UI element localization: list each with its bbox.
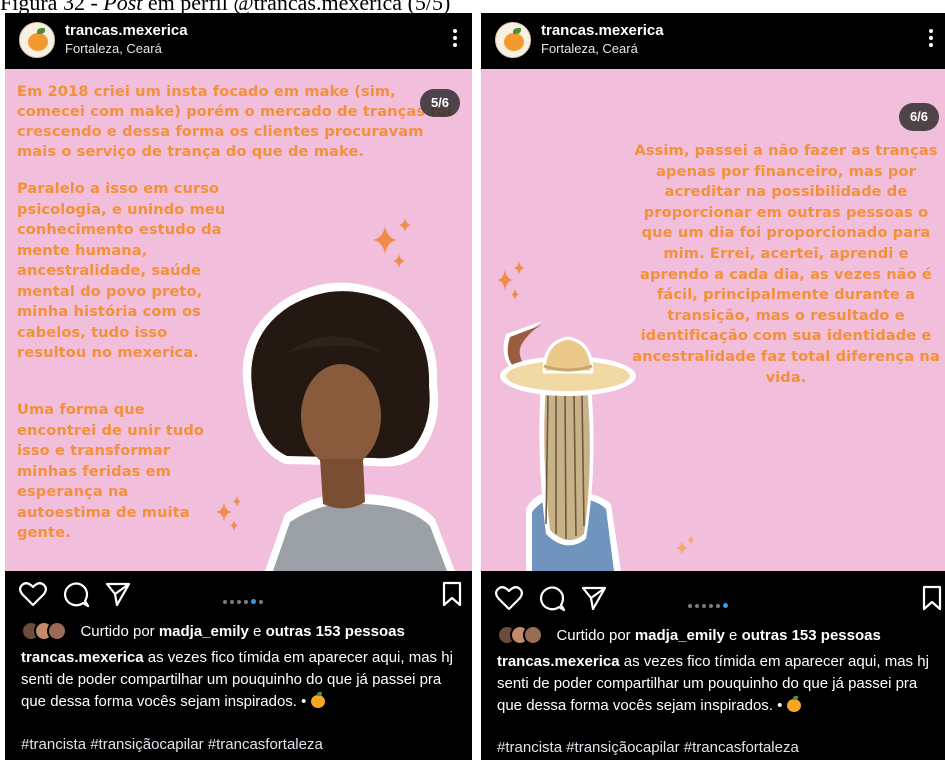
heart-icon[interactable] bbox=[19, 581, 47, 607]
likes-row[interactable]: Curtido por madja_emily e outras 153 pes… bbox=[21, 621, 405, 641]
sparkle-icon bbox=[497, 261, 524, 300]
comment-icon[interactable] bbox=[538, 585, 566, 613]
sparkle-icon bbox=[676, 536, 694, 555]
figure-caption-italic: Post bbox=[103, 0, 143, 14]
instagram-post-left: trancas.mexerica Fortaleza, Ceará Em 201… bbox=[5, 13, 472, 760]
bookmark-icon[interactable] bbox=[922, 585, 942, 611]
figure-caption-prefix: Figura 32 - bbox=[0, 0, 104, 14]
post-location[interactable]: Fortaleza, Ceará bbox=[541, 41, 638, 56]
orange-emoji-icon bbox=[310, 692, 325, 708]
slide-text-psychology: Paralelo a isso em curso psicologia, e u… bbox=[17, 180, 226, 361]
sparkle-icon bbox=[216, 496, 241, 531]
post-username[interactable]: trancas.mexerica bbox=[541, 22, 664, 39]
comment-icon[interactable] bbox=[62, 581, 90, 609]
post-header: trancas.mexerica Fortaleza, Ceará bbox=[481, 13, 945, 69]
caption-username[interactable]: trancas.mexerica bbox=[21, 649, 144, 666]
slide-counter: 6/6 bbox=[899, 103, 939, 131]
liker-avatar bbox=[47, 621, 67, 641]
figure-caption: Figura 32 - Post em perfil @trancas.mexe… bbox=[0, 0, 945, 14]
profile-avatar[interactable] bbox=[495, 22, 531, 58]
liker-avatar bbox=[523, 625, 543, 645]
slide-counter: 5/6 bbox=[420, 89, 460, 117]
post-hashtags[interactable]: #trancista #transiçãocapilar #trancasfor… bbox=[497, 739, 799, 756]
portrait-photo bbox=[242, 282, 455, 571]
share-icon[interactable] bbox=[581, 585, 607, 611]
likes-others[interactable]: outras 153 pessoas bbox=[266, 623, 405, 640]
share-icon[interactable] bbox=[105, 581, 131, 607]
likes-row[interactable]: Curtido por madja_emily e outras 153 pes… bbox=[497, 625, 881, 645]
slide-text-intro: Em 2018 criei um insta focado em make (s… bbox=[17, 83, 452, 160]
more-options-icon[interactable] bbox=[924, 27, 938, 49]
carousel-indicator bbox=[223, 593, 266, 605]
post-header: trancas.mexerica Fortaleza, Ceará bbox=[5, 13, 472, 69]
post-location[interactable]: Fortaleza, Ceará bbox=[65, 41, 162, 56]
likes-others[interactable]: outras 153 pessoas bbox=[742, 627, 881, 644]
likes-text: Curtido por madja_emily e outras 153 pes… bbox=[80, 622, 405, 640]
slide-text-purpose: Uma forma que encontrei de unir tudo iss… bbox=[17, 401, 205, 541]
slide-text-reflection: Assim, passei a não fazer as tranças ape… bbox=[632, 142, 940, 386]
carousel-slide[interactable]: Em 2018 criei um insta focado em make (s… bbox=[5, 69, 472, 571]
carousel-slide[interactable]: 6/6 Assim, passei a não fazer as tranças… bbox=[481, 69, 945, 571]
post-caption: trancas.mexerica as vezes fico tímida em… bbox=[497, 651, 937, 717]
heart-icon[interactable] bbox=[495, 585, 523, 611]
caption-username[interactable]: trancas.mexerica bbox=[497, 653, 620, 670]
braids-photo bbox=[500, 320, 636, 571]
post-username[interactable]: trancas.mexerica bbox=[65, 22, 188, 39]
figure-caption-suffix: em perfil @trancas.mexerica (5/5) bbox=[142, 0, 451, 14]
profile-avatar[interactable] bbox=[19, 22, 55, 58]
instagram-post-right: trancas.mexerica Fortaleza, Ceará 6/6 As… bbox=[481, 13, 945, 760]
likes-text: Curtido por madja_emily e outras 153 pes… bbox=[556, 626, 881, 644]
post-hashtags[interactable]: #trancista #transiçãocapilar #trancasfor… bbox=[21, 736, 323, 753]
orange-emoji-icon bbox=[786, 696, 801, 712]
post-actions bbox=[5, 571, 472, 617]
post-actions bbox=[481, 575, 945, 621]
post-caption: trancas.mexerica as vezes fico tímida em… bbox=[21, 647, 461, 713]
liker-username[interactable]: madja_emily bbox=[159, 623, 249, 640]
bookmark-icon[interactable] bbox=[442, 581, 462, 607]
liker-username[interactable]: madja_emily bbox=[635, 627, 725, 644]
sparkle-icon bbox=[373, 218, 411, 268]
carousel-indicator bbox=[688, 597, 731, 609]
more-options-icon[interactable] bbox=[448, 27, 462, 49]
